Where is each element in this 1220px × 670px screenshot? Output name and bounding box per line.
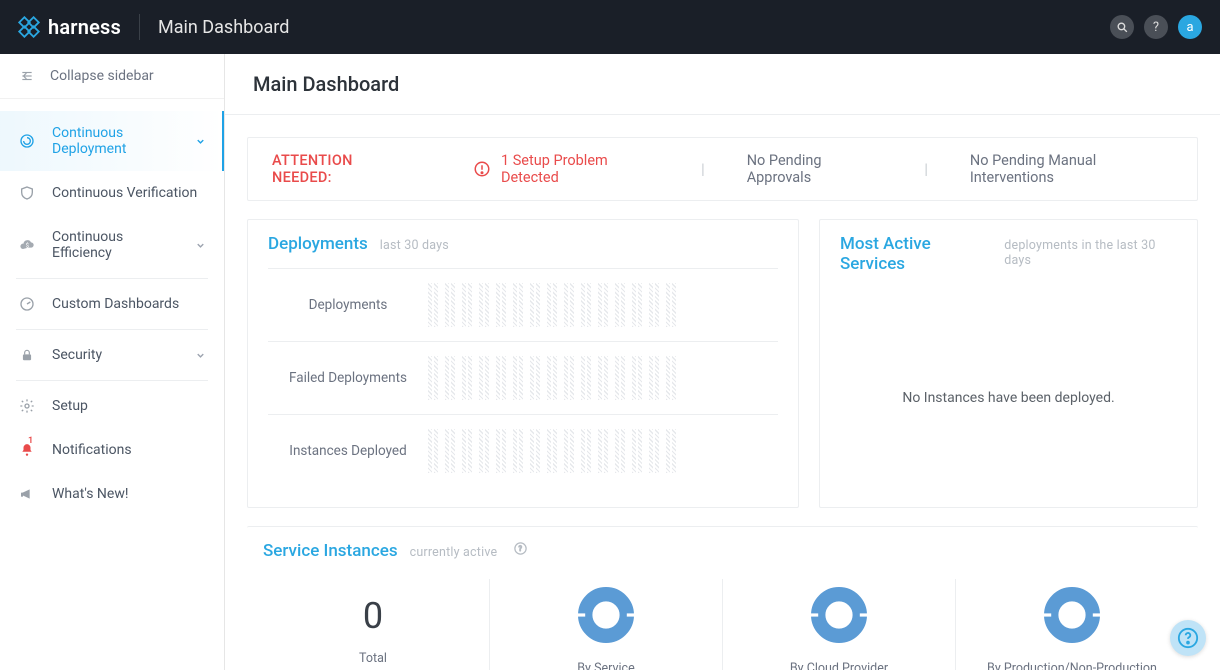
dashboard-icon — [18, 296, 36, 312]
metric-sparkline — [428, 429, 676, 473]
instance-column-label: By Service — [577, 661, 634, 670]
notification-badge: 1 — [28, 436, 33, 446]
sidebar-item-continuous-deployment[interactable]: Continuous Deployment — [0, 111, 224, 171]
sidebar: Collapse sidebar Continuous Deployment C… — [0, 54, 225, 670]
sidebar-item-label: Continuous Verification — [52, 185, 197, 201]
main: Main Dashboard ATTENTION NEEDED: 1 Setup… — [225, 54, 1220, 670]
alert-icon — [473, 160, 491, 178]
card-subtitle: currently active — [410, 545, 498, 560]
collapse-label: Collapse sidebar — [50, 68, 154, 84]
setup-problem-text: 1 Setup Problem Detected — [501, 152, 659, 186]
floating-help-button[interactable] — [1170, 620, 1206, 656]
attention-bar: ATTENTION NEEDED: 1 Setup Problem Detect… — [247, 137, 1198, 201]
instance-total-value: 0 — [363, 595, 383, 637]
sidebar-item-label: Continuous Efficiency — [52, 229, 179, 261]
sidebar-item-label: Setup — [52, 398, 88, 414]
pending-interventions-text: No Pending Manual Interventions — [970, 152, 1173, 186]
instance-column-label: By Production/Non-Production — [987, 661, 1157, 670]
chevron-down-icon — [195, 350, 206, 361]
brand-name: harness — [48, 15, 121, 39]
search-icon — [1116, 21, 1129, 34]
sidebar-item-continuous-verification[interactable]: Continuous Verification — [0, 171, 224, 215]
metric-label: Failed Deployments — [268, 370, 428, 386]
sidebar-item-label: Security — [52, 347, 102, 363]
question-icon — [1177, 627, 1199, 649]
metric-label: Instances Deployed — [268, 443, 428, 459]
topbar: harness Main Dashboard ? a — [0, 0, 1220, 54]
sidebar-item-notifications[interactable]: 1 Notifications — [0, 428, 224, 472]
metric-sparkline — [428, 356, 676, 400]
instance-column-label: By Cloud Provider — [790, 661, 888, 670]
shield-icon — [18, 185, 36, 201]
sidebar-item-security[interactable]: Security — [0, 333, 224, 377]
donut-chart — [1040, 583, 1104, 647]
attention-label: ATTENTION NEEDED: — [272, 152, 409, 186]
gear-icon — [18, 398, 36, 414]
card-title: Most Active Services — [840, 234, 992, 274]
harness-logo-icon — [18, 16, 40, 38]
donut-chart — [574, 583, 638, 647]
metric-row: Failed Deployments — [268, 341, 778, 414]
sidebar-item-label: Notifications — [52, 442, 132, 458]
sidebar-item-setup[interactable]: Setup — [0, 384, 224, 428]
metric-sparkline — [428, 283, 676, 327]
metric-row: Instances Deployed — [268, 414, 778, 487]
metric-label: Deployments — [268, 297, 428, 313]
card-subtitle: last 30 days — [380, 238, 449, 253]
sidebar-item-label: Continuous Deployment — [52, 125, 179, 157]
setup-problem-link[interactable]: 1 Setup Problem Detected — [473, 152, 659, 186]
help-button[interactable]: ? — [1144, 15, 1168, 39]
sidebar-divider — [16, 380, 208, 381]
donut-chart — [807, 583, 871, 647]
avatar-initial: a — [1186, 20, 1193, 35]
collapse-icon — [18, 69, 36, 83]
megaphone-icon — [18, 486, 36, 502]
instance-column: 0 Total — [257, 579, 489, 670]
divider-icon: | — [701, 161, 705, 178]
topbar-actions: ? a — [1110, 15, 1202, 39]
question-icon: ? — [1153, 20, 1159, 35]
sidebar-item-label: What's New! — [52, 486, 128, 502]
instance-column-label: Total — [359, 651, 387, 666]
avatar[interactable]: a — [1178, 15, 1202, 39]
sidebar-item-label: Custom Dashboards — [52, 296, 179, 312]
collapse-sidebar-button[interactable]: Collapse sidebar — [0, 54, 224, 99]
sidebar-divider — [16, 329, 208, 330]
instance-column: By Service — [489, 579, 722, 670]
instance-column: By Cloud Provider — [722, 579, 955, 670]
most-active-services-card: Most Active Services deployments in the … — [819, 219, 1198, 508]
page-title: Main Dashboard — [253, 72, 1192, 96]
divider-icon: | — [924, 161, 928, 178]
chevron-down-icon — [195, 136, 206, 147]
sidebar-divider — [16, 278, 208, 279]
svg-text:?: ? — [519, 545, 522, 553]
metric-row: Deployments — [268, 268, 778, 341]
instance-column: By Production/Non-Production — [955, 579, 1188, 670]
deployments-card: Deployments last 30 days Deployments Fail… — [247, 219, 799, 508]
search-button[interactable] — [1110, 15, 1134, 39]
sidebar-item-whats-new[interactable]: What's New! — [0, 472, 224, 516]
pending-approvals-text: No Pending Approvals — [747, 152, 883, 186]
card-subtitle: deployments in the last 30 days — [1004, 238, 1177, 268]
lock-icon — [18, 347, 36, 363]
service-instances-card: Service Instances currently active ? 0 To… — [247, 526, 1198, 670]
card-title: Deployments — [268, 234, 368, 254]
sidebar-item-custom-dashboards[interactable]: Custom Dashboards — [0, 282, 224, 326]
empty-state-text: No Instances have been deployed. — [840, 280, 1177, 406]
brand-logo[interactable]: harness — [18, 15, 121, 39]
chevron-down-icon — [195, 240, 206, 251]
topbar-divider — [139, 14, 140, 40]
bell-icon — [18, 442, 36, 458]
deploy-icon — [18, 133, 36, 149]
main-header: Main Dashboard — [225, 54, 1220, 115]
help-icon[interactable]: ? — [513, 541, 528, 556]
breadcrumb[interactable]: Main Dashboard — [158, 17, 289, 38]
sidebar-item-continuous-efficiency[interactable]: $ Continuous Efficiency — [0, 215, 224, 275]
cloud-dollar-icon: $ — [18, 237, 36, 253]
card-title: Service Instances — [263, 541, 398, 561]
